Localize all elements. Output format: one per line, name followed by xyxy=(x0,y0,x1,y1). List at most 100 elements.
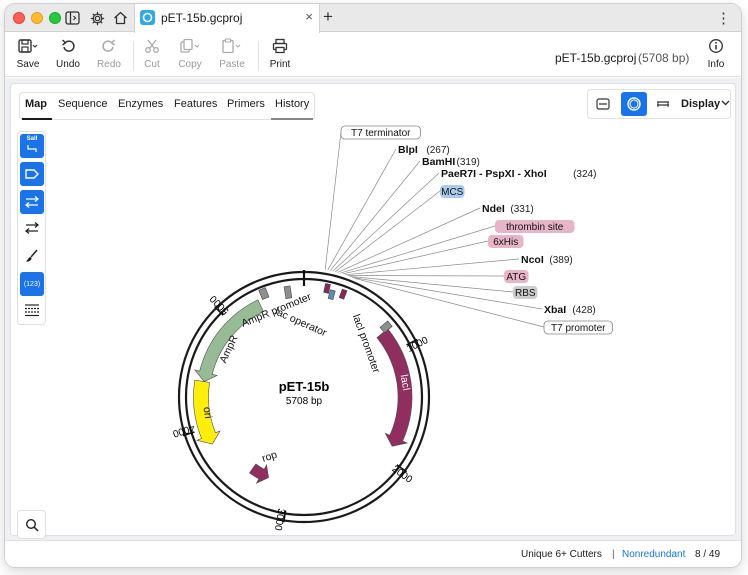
callout-line xyxy=(342,240,489,275)
status-bar: Unique 6+ Cutters | Nonredundant 8 / 49 xyxy=(5,540,741,567)
paste-button[interactable]: Paste xyxy=(212,37,252,73)
feature-tag: ATG xyxy=(506,272,526,283)
single-cutter-tool[interactable]: SalI xyxy=(20,134,44,158)
feature-tag: thrombin site xyxy=(506,222,564,233)
orf-tool[interactable] xyxy=(20,190,44,214)
document-tab[interactable]: pET-15b.gcproj × xyxy=(134,4,320,33)
plasmid-file-icon xyxy=(140,10,155,25)
feature-tag: T7 terminator xyxy=(351,128,411,139)
redo-button[interactable]: Redo xyxy=(89,37,129,73)
feature-arrow-icon xyxy=(25,169,39,179)
undo-button[interactable]: Undo xyxy=(48,37,88,73)
app-window: pET-15b.gcproj × + ⋮ Save Undo Redo Cut … xyxy=(5,4,741,567)
nonredundant-toggle[interactable]: Nonredundant xyxy=(622,549,685,560)
enzyme-label: BlpI xyxy=(398,144,418,156)
direction-tool[interactable] xyxy=(20,216,44,240)
print-button[interactable]: Print xyxy=(260,37,300,73)
redo-icon xyxy=(89,37,129,55)
scissors-icon xyxy=(132,37,172,55)
feature-tag: T7 promoter xyxy=(551,323,606,334)
more-menu-icon[interactable]: ⋮ xyxy=(716,9,731,27)
paintbrush-icon xyxy=(26,249,38,262)
zoom-window-button[interactable] xyxy=(49,12,61,24)
map-panel: 1000 2000 3000 4000 5000 AmpR promoter lac ope… xyxy=(10,83,737,539)
enzyme-position: (331) xyxy=(510,204,533,215)
map-label-laci-promoter: lacI promoter xyxy=(350,313,382,375)
workspace: 1000 2000 3000 4000 5000 AmpR promoter lac ope… xyxy=(5,78,741,540)
linear-view-button[interactable] xyxy=(590,92,616,116)
callout-line xyxy=(324,131,342,270)
enzyme-position: (428) xyxy=(572,305,595,316)
enzyme-label: NdeI xyxy=(482,203,505,215)
sidebar-toggle-icon[interactable] xyxy=(63,9,81,27)
enzyme-label: XbaI xyxy=(544,304,566,316)
map-label-ori: ori xyxy=(201,406,215,419)
enzyme-filter-label[interactable]: Unique 6+ Cutters xyxy=(521,549,602,560)
callout-line xyxy=(337,207,481,273)
color-tool[interactable] xyxy=(20,244,44,268)
callout-line xyxy=(340,225,496,274)
circular-view-button[interactable] xyxy=(621,92,647,116)
enzyme-position: (319) xyxy=(457,157,480,168)
save-button[interactable]: Save xyxy=(8,37,48,73)
copy-button[interactable]: Copy xyxy=(170,37,210,73)
callout-line xyxy=(349,276,514,293)
magnifier-icon xyxy=(25,518,39,532)
numbering-tool[interactable]: (123) xyxy=(20,272,44,296)
sequence-text-tool[interactable] xyxy=(20,298,44,322)
tab-sequence[interactable]: Sequence xyxy=(58,98,108,110)
laci-promoter-block xyxy=(379,320,393,334)
enzyme-label: PaeR7I - PspXI - XhoI xyxy=(441,168,547,180)
view-tabs: Map Sequence Enzymes Features Primers Hi… xyxy=(19,92,315,120)
plasmid-name: pET-15b xyxy=(279,379,330,394)
document-length: (5708 bp) xyxy=(638,51,690,65)
sequence-lines-icon xyxy=(657,101,669,107)
printer-icon xyxy=(260,37,300,55)
plasmid-map[interactable]: 10002000300040005000 AmpR promoterlac ope… xyxy=(11,84,737,537)
save-label: Save xyxy=(16,59,40,70)
display-menu-label[interactable]: Display xyxy=(681,98,720,110)
map-tools: SalI (123) xyxy=(17,131,46,325)
close-tab-icon[interactable]: × xyxy=(305,9,313,24)
info-button[interactable]: Info xyxy=(696,37,736,73)
tab-map[interactable]: Map xyxy=(25,98,47,110)
mcs-region-block-3 xyxy=(338,288,348,300)
cut-label: Cut xyxy=(144,59,160,70)
toolbar: Save Undo Redo Cut Copy Paste Print pET-… xyxy=(5,33,741,77)
callout-line xyxy=(327,148,397,271)
cut-button[interactable]: Cut xyxy=(132,37,172,73)
enzyme-position: (389) xyxy=(549,255,572,266)
tab-features[interactable]: Features xyxy=(174,98,217,110)
info-icon xyxy=(696,37,736,55)
text-lines-icon xyxy=(25,304,39,317)
print-label: Print xyxy=(269,59,291,70)
undo-icon xyxy=(48,37,88,55)
enzyme-position: (324) xyxy=(573,169,596,180)
callout-line xyxy=(334,190,441,273)
feature-tag: RBS xyxy=(515,288,536,299)
copy-label: Copy xyxy=(178,59,202,70)
document-name: pET-15b.gcproj xyxy=(555,51,637,65)
feature-tool[interactable] xyxy=(20,162,44,186)
copy-icon xyxy=(170,37,210,55)
tab-primers[interactable]: Primers xyxy=(227,98,265,110)
toolbar-divider xyxy=(258,41,259,71)
sequence-view-button[interactable] xyxy=(650,92,676,116)
enzyme-label: NcoI xyxy=(521,254,544,266)
lac-operator-block xyxy=(283,285,293,299)
callout-line xyxy=(344,258,520,276)
close-window-button[interactable] xyxy=(13,12,25,24)
tab-history[interactable]: History xyxy=(275,98,309,110)
double-arrow-icon xyxy=(24,196,40,208)
new-tab-button[interactable]: + xyxy=(323,7,333,27)
callout-line xyxy=(329,160,421,271)
minimize-window-button[interactable] xyxy=(31,12,43,24)
zoom-button[interactable] xyxy=(17,510,46,539)
home-icon[interactable] xyxy=(111,9,129,27)
chevron-down-icon[interactable] xyxy=(721,98,730,108)
gear-icon[interactable] xyxy=(88,9,106,27)
tab-enzymes[interactable]: Enzymes xyxy=(118,98,163,110)
linear-map-icon xyxy=(596,98,610,110)
paste-label: Paste xyxy=(219,59,245,70)
tick-label: 2000 xyxy=(390,464,415,486)
